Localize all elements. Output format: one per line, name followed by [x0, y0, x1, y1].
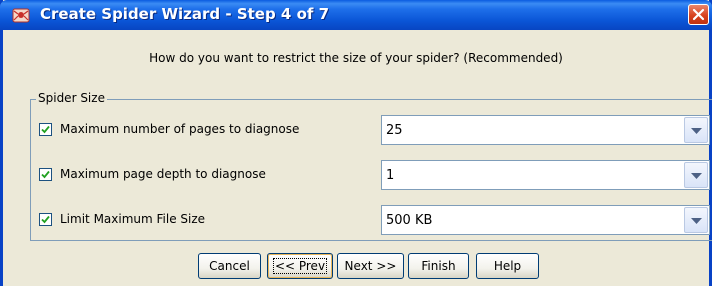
- close-button[interactable]: [688, 4, 709, 25]
- max-pages-checkbox[interactable]: [39, 123, 52, 136]
- help-button[interactable]: Help: [476, 253, 539, 279]
- max-file-size-checkbox[interactable]: [39, 213, 52, 226]
- max-pages-label: Maximum number of pages to diagnose: [60, 122, 300, 136]
- prev-button[interactable]: << Prev: [267, 253, 333, 279]
- group-legend: Spider Size: [36, 91, 107, 105]
- max-depth-checkbox[interactable]: [39, 168, 52, 181]
- max-file-size-label: Limit Maximum File Size: [60, 212, 206, 226]
- chevron-down-icon: [691, 128, 702, 134]
- finish-button[interactable]: Finish: [408, 253, 469, 279]
- window-title: Create Spider Wizard - Step 4 of 7: [40, 5, 330, 23]
- max-depth-select[interactable]: 1: [381, 160, 710, 190]
- spider-app-icon: [12, 6, 30, 24]
- chevron-down-icon: [691, 173, 702, 179]
- check-icon: [41, 215, 50, 224]
- prev-button-label: << Prev: [272, 258, 328, 274]
- max-pages-value: 25: [386, 123, 403, 138]
- wizard-window: Create Spider Wizard - Step 4 of 7 How d…: [0, 0, 712, 286]
- next-button[interactable]: Next >>: [337, 253, 404, 279]
- max-file-size-value: 500 KB: [386, 213, 433, 228]
- title-bar[interactable]: Create Spider Wizard - Step 4 of 7: [0, 0, 712, 30]
- close-icon: [692, 8, 705, 21]
- wizard-question: How do you want to restrict the size of …: [149, 51, 563, 65]
- check-icon: [41, 125, 50, 134]
- cancel-button[interactable]: Cancel: [198, 253, 261, 279]
- check-icon: [41, 170, 50, 179]
- max-file-size-select[interactable]: 500 KB: [381, 205, 710, 235]
- max-file-size-dropdown-button[interactable]: [684, 207, 708, 233]
- max-depth-label: Maximum page depth to diagnose: [60, 167, 266, 181]
- max-depth-value: 1: [386, 168, 395, 183]
- max-pages-dropdown-button[interactable]: [684, 117, 708, 143]
- max-depth-dropdown-button[interactable]: [684, 162, 708, 188]
- chevron-down-icon: [691, 218, 702, 224]
- max-pages-select[interactable]: 25: [381, 115, 710, 145]
